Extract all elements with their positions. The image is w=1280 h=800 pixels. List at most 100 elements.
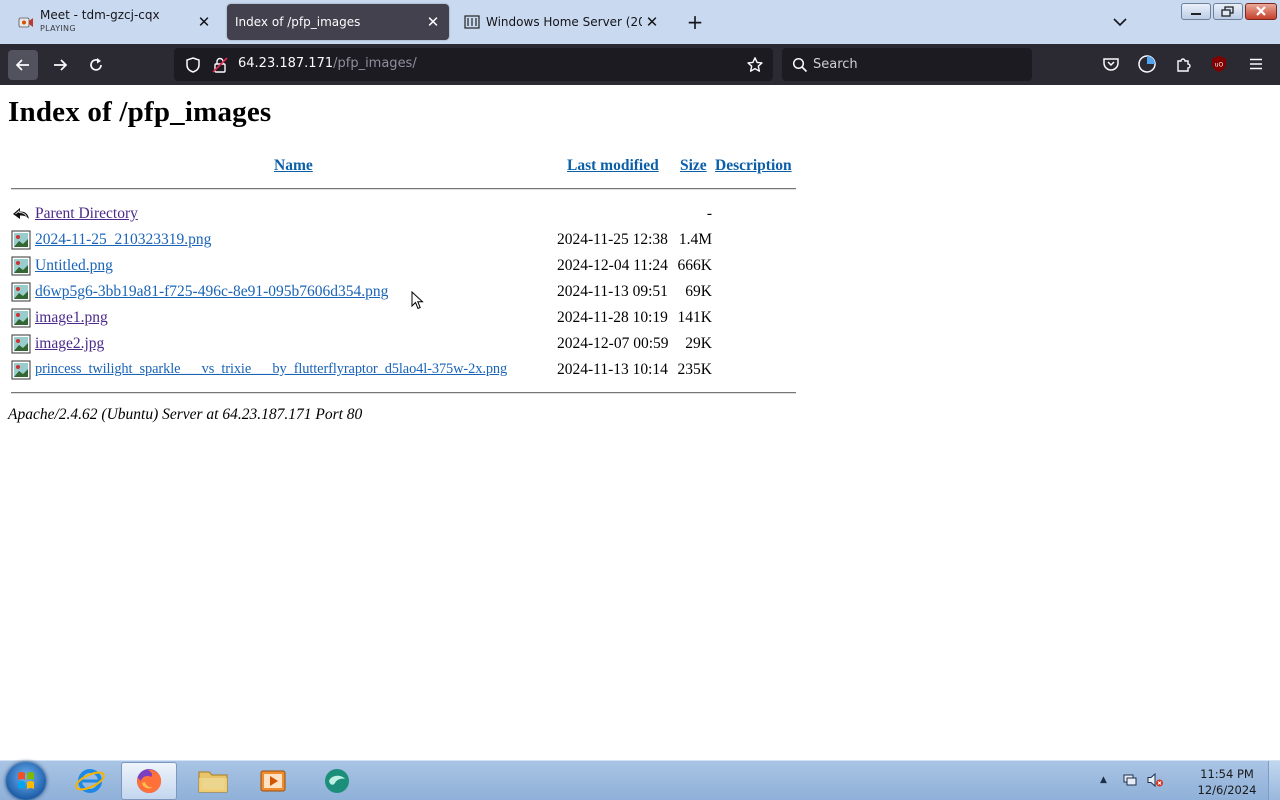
taskbar-media-player[interactable] — [245, 762, 301, 800]
reload-icon — [90, 58, 102, 71]
new-tab-button[interactable]: + — [684, 10, 706, 34]
file-link[interactable]: Untitled.png — [35, 257, 113, 275]
list-item: image1.png 2024-11-28 10:19 141K — [10, 306, 796, 330]
list-item: 2024-11-25_210323319.png 2024-11-25 12:3… — [10, 228, 796, 252]
file-link[interactable]: image1.png — [35, 309, 108, 327]
volume-muted-icon[interactable] — [1146, 772, 1164, 788]
tab-title: Index of /pfp_images — [235, 15, 361, 29]
ublock-origin-icon[interactable]: uO — [1209, 54, 1229, 74]
reload-button[interactable] — [81, 50, 111, 80]
image-file-icon — [11, 282, 31, 302]
maximize-button[interactable] — [1213, 3, 1243, 20]
taskbar-internet-explorer[interactable] — [62, 762, 118, 800]
wikipedia-icon — [464, 15, 480, 29]
file-link[interactable]: 2024-11-25_210323319.png — [35, 231, 211, 249]
url-text[interactable]: 64.23.187.171/pfp_images/ — [238, 56, 417, 71]
sort-by-size-link[interactable]: Size — [680, 157, 707, 175]
file-size: 235K — [677, 361, 712, 378]
taskbar-app[interactable] — [309, 762, 365, 800]
file-size: 1.4M — [678, 231, 712, 248]
insecure-lock-icon[interactable] — [212, 56, 228, 74]
url-host: 64.23.187.171 — [238, 56, 334, 71]
navigation-toolbar: 64.23.187.171/pfp_images/ Search uO — [0, 44, 1280, 85]
address-bar[interactable]: 64.23.187.171/pfp_images/ — [174, 48, 773, 81]
image-file-icon — [11, 230, 31, 250]
tab-meet[interactable]: Meet - tdm-gzcj-cqx PLAYING ✕ — [8, 4, 220, 40]
meet-icon — [18, 17, 33, 28]
close-icon — [1256, 6, 1266, 16]
tab-strip: Meet - tdm-gzcj-cqx PLAYING ✕ Index of /… — [0, 0, 1280, 44]
file-size: 29K — [685, 335, 712, 352]
extensions-icon[interactable] — [1174, 54, 1194, 74]
image-file-icon — [11, 360, 31, 380]
divider — [11, 188, 796, 190]
file-link[interactable]: princess_twilight_sparkle___vs_trixie___… — [35, 361, 507, 378]
arrow-right-icon — [54, 59, 68, 71]
close-window-button[interactable] — [1245, 3, 1277, 20]
pocket-icon[interactable] — [1101, 54, 1121, 74]
sort-by-name-link[interactable]: Name — [274, 157, 313, 175]
back-button[interactable] — [8, 50, 38, 80]
firefox-view-icon[interactable] — [1137, 54, 1157, 74]
list-item-parent-directory: Parent Directory - — [10, 202, 796, 226]
list-item: d6wp5g6-3bb19a81-f725-496c-8e91-095b7606… — [10, 280, 796, 304]
image-file-icon — [11, 256, 31, 276]
tab-playing-label: PLAYING — [40, 24, 76, 33]
last-modified: 2024-11-25 12:38 — [557, 231, 668, 248]
list-item: Untitled.png 2024-12-04 11:24 666K — [10, 254, 796, 278]
start-button[interactable] — [6, 762, 46, 800]
internet-explorer-icon — [75, 769, 105, 793]
server-signature: Apache/2.4.62 (Ubuntu) Server at 64.23.1… — [8, 406, 363, 423]
search-bar[interactable]: Search — [782, 48, 1032, 81]
file-size: - — [706, 205, 712, 222]
system-clock[interactable]: 11:54 PM 12/6/2024 — [1182, 766, 1272, 798]
tab-index-of-pfp-images[interactable]: Index of /pfp_images ✕ — [227, 4, 449, 40]
minimize-button[interactable] — [1181, 3, 1211, 20]
show-hidden-icons-icon[interactable]: ▲ — [1100, 775, 1107, 785]
file-link[interactable]: d6wp5g6-3bb19a81-f725-496c-8e91-095b7606… — [35, 283, 388, 301]
chevron-down-icon[interactable] — [1110, 12, 1130, 32]
parent-directory-link[interactable]: Parent Directory — [35, 205, 138, 223]
file-size: 141K — [677, 309, 712, 326]
image-file-icon — [11, 308, 31, 328]
tab-windows-home-server[interactable]: Windows Home Server (2007) ✕ — [454, 4, 668, 40]
clock-date: 12/6/2024 — [1197, 783, 1257, 797]
file-size: 69K — [685, 283, 712, 300]
file-size: 666K — [677, 257, 712, 274]
tab-title: Meet - tdm-gzcj-cqx — [40, 9, 160, 22]
last-modified: 2024-12-04 11:24 — [557, 257, 668, 274]
clock-time: 11:54 PM — [1200, 767, 1254, 781]
close-icon[interactable]: ✕ — [423, 12, 443, 32]
last-modified: 2024-11-13 09:51 — [557, 283, 668, 300]
last-modified: 2024-11-28 10:19 — [557, 309, 668, 326]
sort-by-description-link[interactable]: Description — [715, 157, 792, 175]
page-title: Index of /pfp_images — [8, 96, 272, 128]
hamburger-menu-icon[interactable] — [1246, 54, 1266, 74]
taskbar-firefox[interactable] — [121, 762, 177, 800]
shield-icon[interactable] — [184, 56, 202, 74]
windows-taskbar: ▲ 11:54 PM 12/6/2024 — [0, 760, 1280, 800]
forward-button[interactable] — [45, 50, 75, 80]
show-desktop-button[interactable] — [1268, 761, 1280, 800]
file-explorer-icon — [198, 771, 228, 793]
close-icon[interactable]: ✕ — [194, 12, 214, 32]
back-arrow-icon — [13, 208, 29, 219]
network-icon[interactable] — [1122, 772, 1138, 788]
file-link[interactable]: image2.jpg — [35, 335, 104, 353]
bookmark-star-icon[interactable] — [746, 56, 764, 74]
close-icon[interactable]: ✕ — [642, 12, 662, 32]
url-path: /pfp_images/ — [333, 56, 417, 71]
sort-by-last-modified-link[interactable]: Last modified — [567, 157, 659, 175]
tab-title: Windows Home Server (2007) — [486, 15, 642, 29]
list-item: image2.jpg 2024-12-07 00:59 29K — [10, 332, 796, 356]
search-icon — [792, 57, 808, 73]
minimize-icon — [1191, 13, 1201, 15]
search-input[interactable]: Search — [813, 57, 858, 72]
restore-icon — [1221, 6, 1234, 17]
last-modified: 2024-11-13 10:14 — [557, 361, 668, 378]
taskbar-file-explorer[interactable] — [185, 762, 241, 800]
page-content: Index of /pfp_images Name Last modified … — [0, 85, 1280, 760]
image-file-icon — [11, 334, 31, 354]
media-player-icon — [260, 770, 286, 792]
app-icon — [325, 769, 349, 793]
